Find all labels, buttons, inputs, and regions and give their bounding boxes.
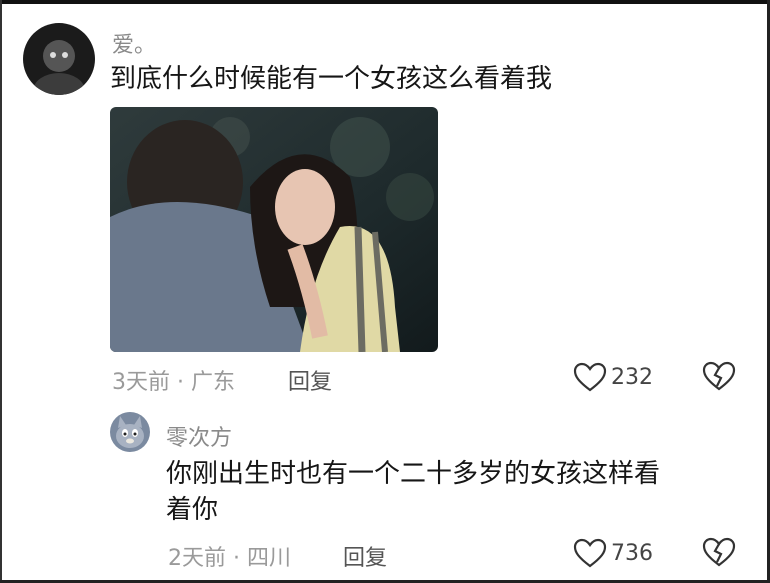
reply-button[interactable]: 回复 bbox=[288, 364, 332, 396]
dislike-button[interactable] bbox=[702, 361, 736, 395]
dark-portrait-avatar-icon bbox=[23, 23, 95, 95]
heart-outline-icon bbox=[573, 362, 607, 392]
reply-button[interactable]: 回复 bbox=[343, 540, 387, 572]
comment-text: 到底什么时候能有一个女孩这么看着我 bbox=[110, 64, 553, 94]
like-button[interactable]: 736 bbox=[573, 538, 653, 568]
comment-text-line-1: 你刚出生时也有一个二十多岁的女孩这样看 bbox=[166, 459, 661, 489]
top-border bbox=[0, 0, 770, 4]
comment-meta: 2天前 · 四川 bbox=[168, 546, 291, 571]
comment-username[interactable]: 零次方 bbox=[166, 420, 232, 452]
comment-meta: 3天前 · 广东 bbox=[112, 370, 235, 395]
like-count: 736 bbox=[611, 540, 653, 566]
avatar[interactable] bbox=[23, 23, 95, 95]
avatar[interactable] bbox=[110, 412, 150, 452]
comment-username[interactable]: 爱。 bbox=[112, 27, 156, 59]
like-count: 232 bbox=[611, 364, 653, 390]
broken-heart-icon bbox=[702, 537, 736, 567]
comment-text-line-2: 着你 bbox=[166, 495, 219, 525]
broken-heart-icon bbox=[702, 361, 736, 391]
like-button[interactable]: 232 bbox=[573, 362, 653, 392]
heart-outline-icon bbox=[573, 538, 607, 568]
dislike-button[interactable] bbox=[702, 537, 736, 571]
left-border bbox=[0, 0, 2, 583]
comment-image[interactable] bbox=[110, 107, 438, 352]
cartoon-cat-avatar-icon bbox=[110, 412, 150, 452]
